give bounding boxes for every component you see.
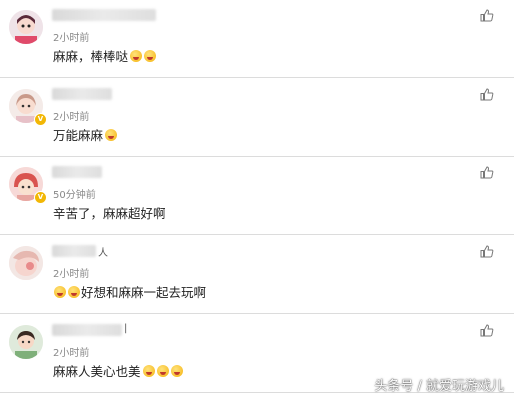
comment-item: 人 2小时前 好想和麻麻一起去玩啊: [0, 236, 514, 314]
comment-text-content: 辛苦了，麻麻超好啊: [53, 206, 166, 221]
comment-text: 麻麻，棒棒哒: [53, 46, 157, 65]
emoji-icon: [105, 128, 118, 141]
like-button[interactable]: [480, 324, 496, 337]
comment-text: 好想和麻麻一起去玩啊: [53, 282, 206, 301]
thumbs-up-icon: [480, 324, 494, 337]
avatar[interactable]: [9, 325, 43, 359]
watermark: 头条号 / 就爱玩游戏儿: [374, 379, 504, 394]
comment-time: 2小时前: [53, 348, 90, 359]
username-tail: 人: [98, 248, 108, 259]
comment-time: 2小时前: [53, 112, 90, 123]
emoji-icon: [170, 364, 183, 377]
comment-time: 50分钟前: [53, 190, 96, 201]
username[interactable]: [52, 88, 112, 100]
vip-badge-icon: V: [34, 191, 47, 204]
username-tail: |: [124, 323, 128, 334]
comment-text-content: 万能麻麻: [53, 128, 104, 143]
username[interactable]: [52, 324, 122, 336]
avatar[interactable]: [9, 10, 43, 44]
username[interactable]: [52, 166, 102, 178]
like-button[interactable]: [480, 166, 496, 179]
comment-item: V 50分钟前 辛苦了，麻麻超好啊: [0, 157, 514, 235]
thumbs-up-icon: [480, 88, 494, 101]
comment-text: 万能麻麻: [53, 125, 118, 144]
comment-text-content: 麻麻，棒棒哒: [53, 49, 129, 64]
comment-item: V 2小时前 万能麻麻: [0, 79, 514, 157]
thumbs-up-icon: [480, 166, 494, 179]
comment-text-content: 好想和麻麻一起去玩啊: [81, 285, 207, 300]
like-button[interactable]: [480, 9, 496, 22]
comment-time: 2小时前: [53, 269, 90, 280]
username[interactable]: [52, 245, 96, 257]
avatar[interactable]: [9, 246, 43, 280]
comment-time: 2小时前: [53, 33, 90, 44]
username[interactable]: [52, 9, 156, 21]
emoji-icon: [144, 49, 157, 62]
comment-text-content: 麻麻人美心也美: [53, 364, 141, 379]
vip-badge-icon: V: [34, 113, 47, 126]
like-button[interactable]: [480, 245, 496, 258]
emoji-icon: [130, 49, 143, 62]
comment-item: 2小时前 麻麻，棒棒哒: [0, 0, 514, 78]
comment-text: 麻麻人美心也美: [53, 361, 183, 380]
comment-text: 辛苦了，麻麻超好啊: [53, 203, 166, 222]
emoji-icon: [54, 285, 66, 298]
thumbs-up-icon: [480, 9, 494, 22]
emoji-icon: [142, 364, 155, 377]
like-button[interactable]: [480, 88, 496, 101]
emoji-icon: [68, 285, 80, 298]
thumbs-up-icon: [480, 245, 494, 258]
emoji-icon: [156, 364, 169, 377]
comment-list: 2小时前 麻麻，棒棒哒 V 2小时前 万能麻麻 V 50分钟前 辛苦了，麻麻超好…: [0, 0, 514, 400]
